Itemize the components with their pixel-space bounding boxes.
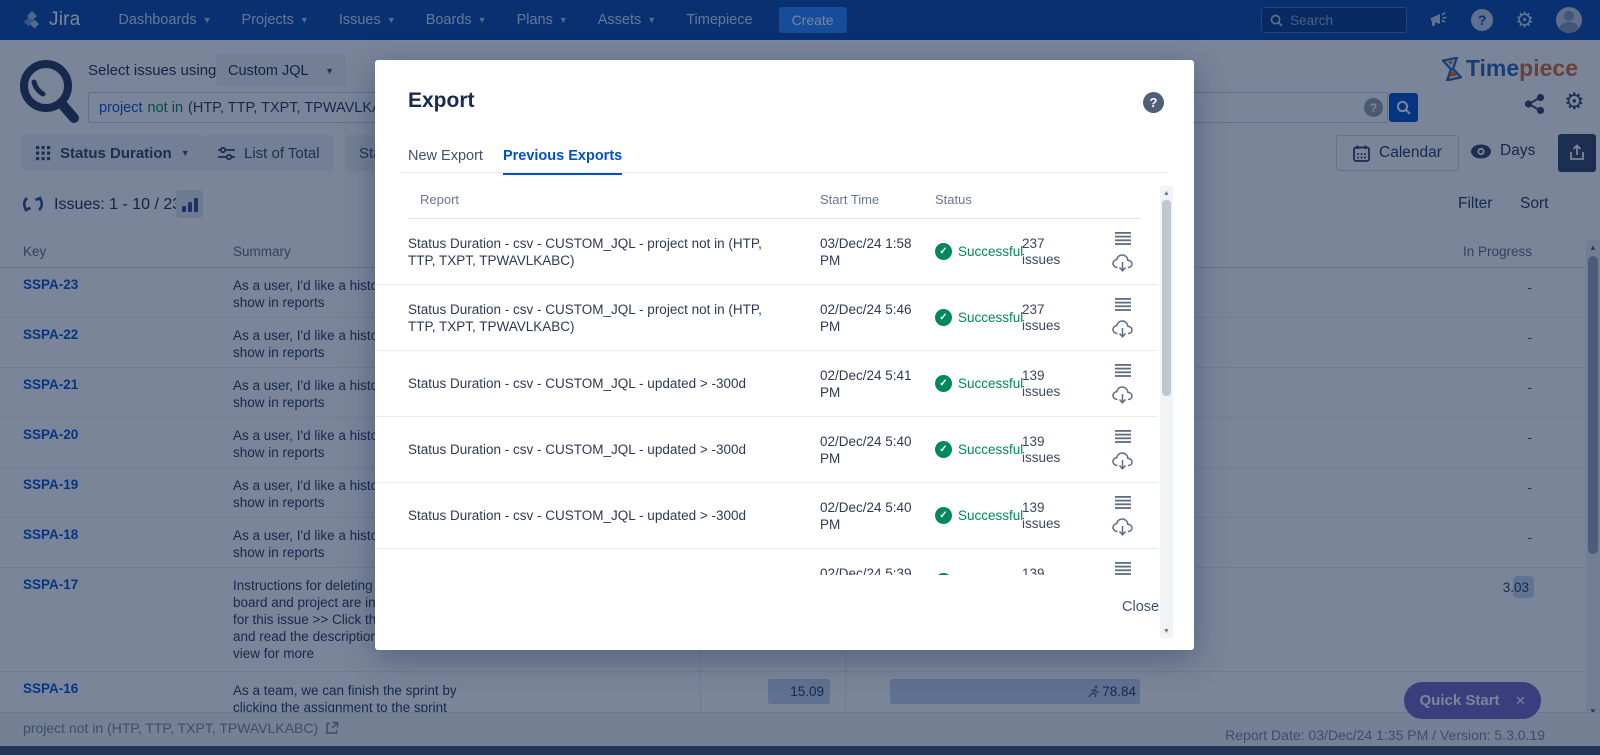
- export-report-name: Status Duration - csv - CUSTOM_JQL - upd…: [408, 417, 786, 482]
- cloud-download-icon[interactable]: [1112, 254, 1133, 272]
- export-status: ✓Successful: [935, 285, 1023, 350]
- export-row: Status Duration - csv - CUSTOM_JQL - upd…: [375, 483, 1158, 549]
- success-check-icon: ✓: [935, 309, 952, 326]
- export-issue-count: 139issues: [1022, 351, 1060, 416]
- export-actions: [1112, 549, 1133, 575]
- tab-new-export[interactable]: New Export: [408, 148, 483, 175]
- column-status: Status: [935, 192, 972, 207]
- export-status: ✓Successful: [935, 549, 1023, 575]
- export-status: ✓Successful: [935, 483, 1023, 548]
- column-report: Report: [420, 192, 459, 207]
- export-actions: [1112, 417, 1133, 482]
- export-actions: [1112, 285, 1133, 350]
- export-issue-count: 139issues: [1022, 417, 1060, 482]
- export-issue-count: 237issues: [1022, 219, 1060, 284]
- export-start-time: 02/Dec/24 5:41PM: [820, 351, 912, 416]
- details-menu-icon[interactable]: [1115, 232, 1131, 245]
- export-start-time: 03/Dec/24 1:58PM: [820, 219, 912, 284]
- success-check-icon: ✓: [935, 243, 952, 260]
- export-start-time: 02/Dec/24 5:39PM: [820, 549, 912, 575]
- modal-help-icon[interactable]: ?: [1143, 92, 1164, 113]
- export-report-name: Status Duration - csv - CUSTOM_JQL - upd…: [408, 483, 786, 548]
- export-report-name: Status Duration - csv - CUSTOM_JQL - pro…: [408, 219, 786, 284]
- success-check-icon: ✓: [935, 441, 952, 458]
- scroll-up-icon[interactable]: ▲: [1160, 187, 1173, 199]
- details-menu-icon[interactable]: [1115, 298, 1131, 311]
- export-modal: Export ? New Export Previous Exports Rep…: [375, 60, 1194, 650]
- export-row: Status Duration - csv - CUSTOM_JQL - upd…: [375, 417, 1158, 483]
- export-issue-count: 237issues: [1022, 285, 1060, 350]
- export-report-name: Status Duration - csv - CUSTOM_JQL - upd…: [408, 351, 786, 416]
- cloud-download-icon[interactable]: [1112, 518, 1133, 536]
- export-actions: [1112, 351, 1133, 416]
- export-issue-count: 139issues: [1022, 483, 1060, 548]
- export-actions: [1112, 483, 1133, 548]
- cloud-download-icon[interactable]: [1112, 320, 1133, 338]
- tab-previous-exports[interactable]: Previous Exports: [503, 148, 622, 175]
- export-status: ✓Successful: [935, 417, 1023, 482]
- modal-scrollbar[interactable]: ▲ ▼: [1160, 186, 1173, 638]
- export-status: ✓Successful: [935, 219, 1023, 284]
- tab-divider: [401, 172, 1167, 173]
- export-row: Status Duration - csv - CUSTOM_JQL - pro…: [375, 219, 1158, 285]
- details-menu-icon[interactable]: [1115, 496, 1131, 509]
- export-issue-count: 139issues: [1022, 549, 1060, 575]
- export-start-time: 02/Dec/24 5:40PM: [820, 483, 912, 548]
- modal-title: Export: [408, 89, 475, 113]
- export-actions: [1112, 219, 1133, 284]
- export-report-name: Status Duration - csv - CUSTOM_JQL - pro…: [408, 285, 786, 350]
- export-status: ✓Successful: [935, 351, 1023, 416]
- export-report-name: Status Duration - csv - CUSTOM_JQL - upd…: [408, 549, 786, 575]
- screen: Jira Dashboards▼ Projects▼ Issues▼ Board…: [0, 0, 1600, 755]
- details-menu-icon[interactable]: [1115, 562, 1131, 575]
- cloud-download-icon[interactable]: [1112, 386, 1133, 404]
- close-button[interactable]: Close: [1122, 599, 1159, 615]
- cloud-download-icon[interactable]: [1112, 452, 1133, 470]
- details-menu-icon[interactable]: [1115, 364, 1131, 377]
- export-start-time: 02/Dec/24 5:40PM: [820, 417, 912, 482]
- export-row: Status Duration - csv - CUSTOM_JQL - upd…: [375, 549, 1158, 575]
- modal-tabs: New Export Previous Exports: [408, 148, 622, 175]
- success-check-icon: ✓: [935, 573, 952, 575]
- success-check-icon: ✓: [935, 507, 952, 524]
- export-table-header: Report Start Time Status: [375, 185, 1194, 218]
- scrollbar-thumb[interactable]: [1162, 200, 1171, 396]
- column-start-time: Start Time: [820, 192, 879, 207]
- export-row: Status Duration - csv - CUSTOM_JQL - upd…: [375, 351, 1158, 417]
- success-check-icon: ✓: [935, 375, 952, 392]
- export-row: Status Duration - csv - CUSTOM_JQL - pro…: [375, 285, 1158, 351]
- export-start-time: 02/Dec/24 5:46PM: [820, 285, 912, 350]
- scroll-down-icon[interactable]: ▼: [1160, 625, 1173, 637]
- details-menu-icon[interactable]: [1115, 430, 1131, 443]
- export-table-body: Status Duration - csv - CUSTOM_JQL - pro…: [375, 219, 1158, 575]
